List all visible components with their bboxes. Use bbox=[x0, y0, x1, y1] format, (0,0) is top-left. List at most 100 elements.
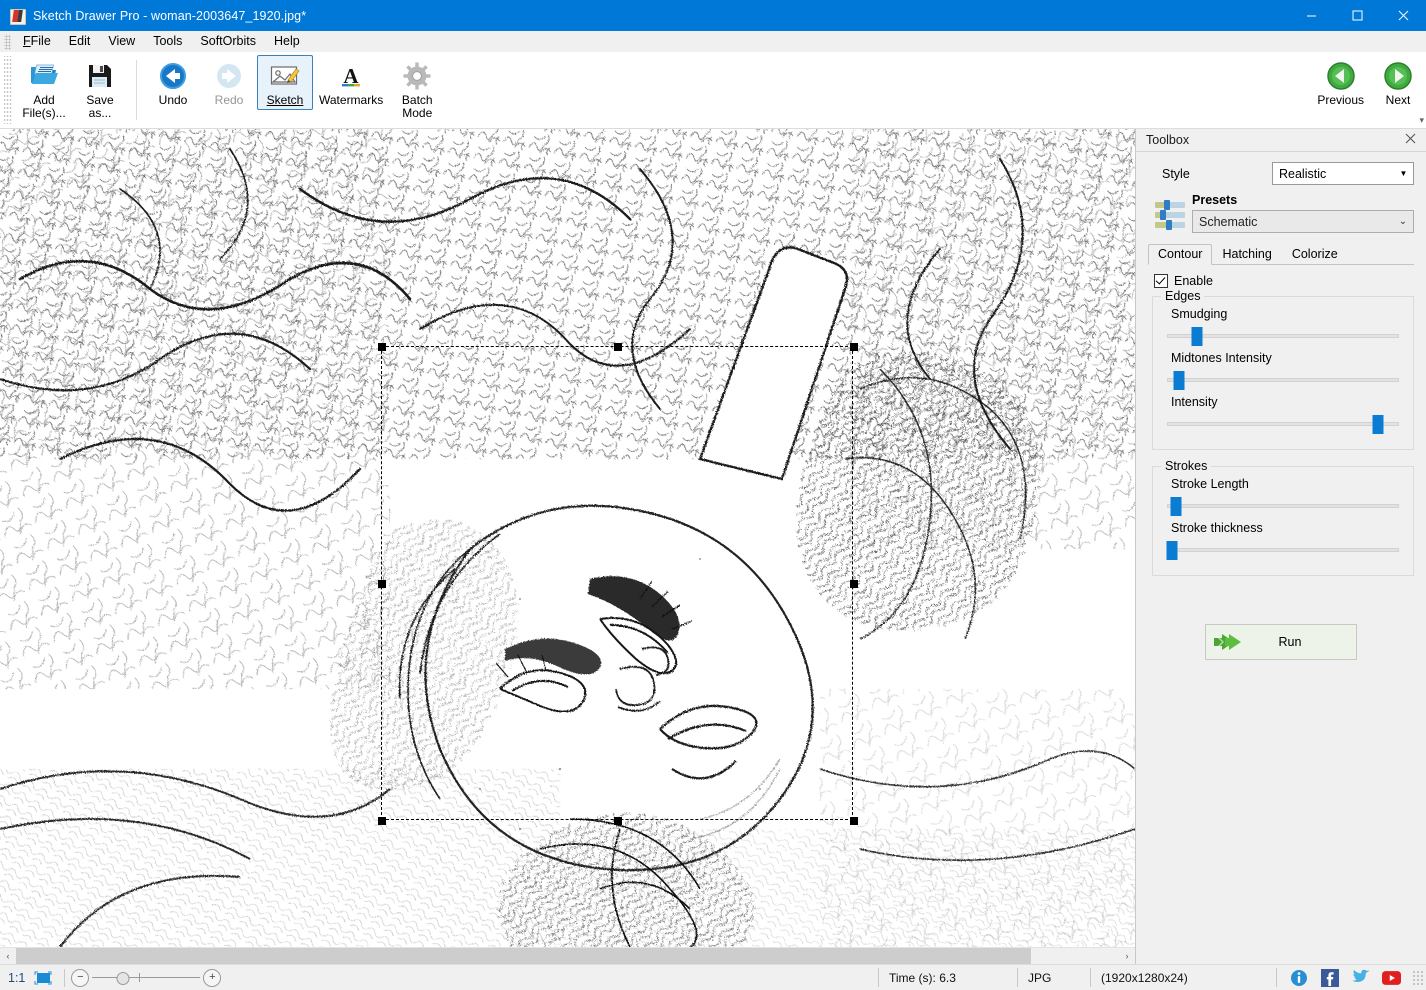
slider-track[interactable] bbox=[1167, 422, 1399, 426]
midtones-intensity-slider[interactable] bbox=[1167, 369, 1399, 389]
twitter-icon[interactable] bbox=[1351, 968, 1370, 987]
zoom-slider-track[interactable] bbox=[92, 977, 200, 978]
close-button[interactable] bbox=[1380, 0, 1426, 31]
strokes-group: Strokes Stroke Length Stroke thickness bbox=[1152, 466, 1414, 576]
smudging-label: Smudging bbox=[1171, 307, 1403, 321]
selection-handle-top-right[interactable] bbox=[850, 343, 858, 351]
slider-track[interactable] bbox=[1167, 504, 1399, 508]
stroke-length-label: Stroke Length bbox=[1171, 477, 1403, 491]
run-button[interactable]: Run bbox=[1205, 624, 1357, 660]
slider-track[interactable] bbox=[1167, 548, 1399, 552]
zoom-slider-thumb[interactable] bbox=[116, 972, 129, 985]
watermarks-button[interactable]: A Watermarks bbox=[313, 55, 389, 110]
chevron-down-icon: ⌄ bbox=[1395, 216, 1411, 227]
batch-mode-label: Batch Mode bbox=[402, 94, 433, 120]
tab-contour-label: Contour bbox=[1158, 247, 1202, 261]
toolbox-body: Style Realistic ▼ bbox=[1136, 152, 1426, 964]
slider-thumb[interactable] bbox=[1192, 327, 1203, 346]
zoom-slider-control[interactable]: − + bbox=[71, 969, 221, 987]
slider-thumb[interactable] bbox=[1173, 371, 1184, 390]
selection-handle-bottom-left[interactable] bbox=[378, 817, 386, 825]
scroll-left-arrow-icon[interactable]: ‹ bbox=[0, 948, 16, 964]
menu-softorbits-label: SoftOrbits bbox=[200, 34, 256, 48]
sketch-button[interactable]: Sketch bbox=[257, 55, 313, 110]
stroke-length-slider[interactable] bbox=[1167, 495, 1399, 515]
menu-help[interactable]: Help bbox=[265, 32, 309, 51]
presets-label: Presets bbox=[1192, 193, 1414, 207]
add-files-button[interactable]: Add File(s)... bbox=[16, 55, 72, 123]
selection-handle-bottom-center[interactable] bbox=[614, 817, 622, 825]
intensity-slider-block: Intensity bbox=[1163, 395, 1403, 433]
menu-view[interactable]: View bbox=[99, 32, 144, 51]
style-dropdown[interactable]: Realistic ▼ bbox=[1272, 162, 1414, 185]
run-label: Run bbox=[1252, 635, 1356, 649]
selection-handle-bottom-right[interactable] bbox=[850, 817, 858, 825]
canvas-horizontal-scrollbar[interactable]: ‹ › bbox=[0, 947, 1135, 964]
maximize-button[interactable] bbox=[1334, 0, 1380, 31]
add-files-label: Add File(s)... bbox=[22, 94, 65, 120]
toolbox-title: Toolbox bbox=[1146, 133, 1189, 147]
zoom-in-button[interactable]: + bbox=[203, 969, 221, 987]
slider-track[interactable] bbox=[1167, 378, 1399, 382]
selection-handle-middle-left[interactable] bbox=[378, 580, 386, 588]
scroll-right-arrow-icon[interactable]: › bbox=[1119, 948, 1135, 964]
next-button[interactable]: Next bbox=[1370, 55, 1426, 110]
stroke-thickness-slider[interactable] bbox=[1167, 539, 1399, 559]
slider-thumb[interactable] bbox=[1171, 497, 1182, 516]
minimize-button[interactable] bbox=[1288, 0, 1334, 31]
gear-icon bbox=[403, 60, 431, 92]
zoom-out-button[interactable]: − bbox=[71, 969, 89, 987]
toolbar-separator bbox=[136, 60, 137, 120]
status-dimensions: (1920x1280x24) bbox=[1090, 968, 1276, 987]
undo-button[interactable]: Undo bbox=[145, 55, 201, 110]
tab-contour[interactable]: Contour bbox=[1148, 244, 1212, 265]
slider-thumb[interactable] bbox=[1373, 415, 1384, 434]
intensity-label: Intensity bbox=[1171, 395, 1403, 409]
menu-file[interactable]: FFile bbox=[14, 32, 60, 51]
edges-group-title: Edges bbox=[1161, 289, 1204, 303]
scrollbar-track[interactable] bbox=[16, 948, 1119, 964]
sketch-label: Sketch bbox=[267, 94, 304, 107]
tab-colorize[interactable]: Colorize bbox=[1282, 244, 1348, 265]
fit-to-screen-icon[interactable] bbox=[32, 970, 54, 986]
facebook-icon[interactable] bbox=[1320, 968, 1339, 987]
selection-handle-middle-right[interactable] bbox=[850, 580, 858, 588]
selection-rectangle[interactable] bbox=[381, 346, 853, 820]
enable-checkbox[interactable] bbox=[1154, 274, 1168, 288]
intensity-slider[interactable] bbox=[1167, 413, 1399, 433]
slider-thumb[interactable] bbox=[1166, 541, 1177, 560]
selection-handle-top-center[interactable] bbox=[614, 343, 622, 351]
stroke-length-slider-block: Stroke Length bbox=[1163, 477, 1403, 515]
previous-arrow-icon bbox=[1326, 60, 1356, 92]
application-window: Sketch Drawer Pro - woman-2003647_1920.j… bbox=[0, 0, 1426, 990]
zoom-ratio-label: 1:1 bbox=[0, 971, 32, 985]
enable-checkbox-row[interactable]: Enable bbox=[1154, 274, 1414, 288]
status-format: JPG bbox=[1017, 968, 1090, 987]
enable-label: Enable bbox=[1174, 274, 1213, 288]
save-as-button[interactable]: Save as... bbox=[72, 55, 128, 123]
toolbar-overflow-icon[interactable]: ▾ bbox=[1419, 115, 1424, 126]
info-icon[interactable] bbox=[1289, 968, 1308, 987]
selection-handle-top-left[interactable] bbox=[378, 343, 386, 351]
previous-button[interactable]: Previous bbox=[1311, 55, 1370, 110]
menu-edit[interactable]: Edit bbox=[60, 32, 100, 51]
image-canvas[interactable] bbox=[0, 129, 1135, 947]
menu-tools[interactable]: Tools bbox=[144, 32, 191, 51]
menu-bar: FFile Edit View Tools SoftOrbits Help bbox=[0, 31, 1426, 52]
presets-dropdown[interactable]: Schematic ⌄ bbox=[1192, 210, 1414, 233]
style-row: Style Realistic ▼ bbox=[1148, 162, 1414, 185]
resize-grip-icon[interactable] bbox=[1411, 971, 1423, 985]
batch-mode-button[interactable]: Batch Mode bbox=[389, 55, 445, 123]
save-as-label: Save as... bbox=[86, 94, 113, 120]
style-value: Realistic bbox=[1279, 167, 1396, 181]
sketch-picture-icon bbox=[270, 60, 300, 92]
next-label: Next bbox=[1386, 94, 1411, 107]
toolbox-close-icon[interactable] bbox=[1401, 133, 1420, 147]
scrollbar-thumb[interactable] bbox=[16, 948, 1031, 964]
floppy-disk-icon bbox=[87, 60, 113, 92]
youtube-icon[interactable] bbox=[1382, 968, 1401, 987]
smudging-slider[interactable] bbox=[1167, 325, 1399, 345]
tab-hatching[interactable]: Hatching bbox=[1212, 244, 1281, 265]
menu-softorbits[interactable]: SoftOrbits bbox=[191, 32, 265, 51]
undo-label: Undo bbox=[159, 94, 188, 107]
